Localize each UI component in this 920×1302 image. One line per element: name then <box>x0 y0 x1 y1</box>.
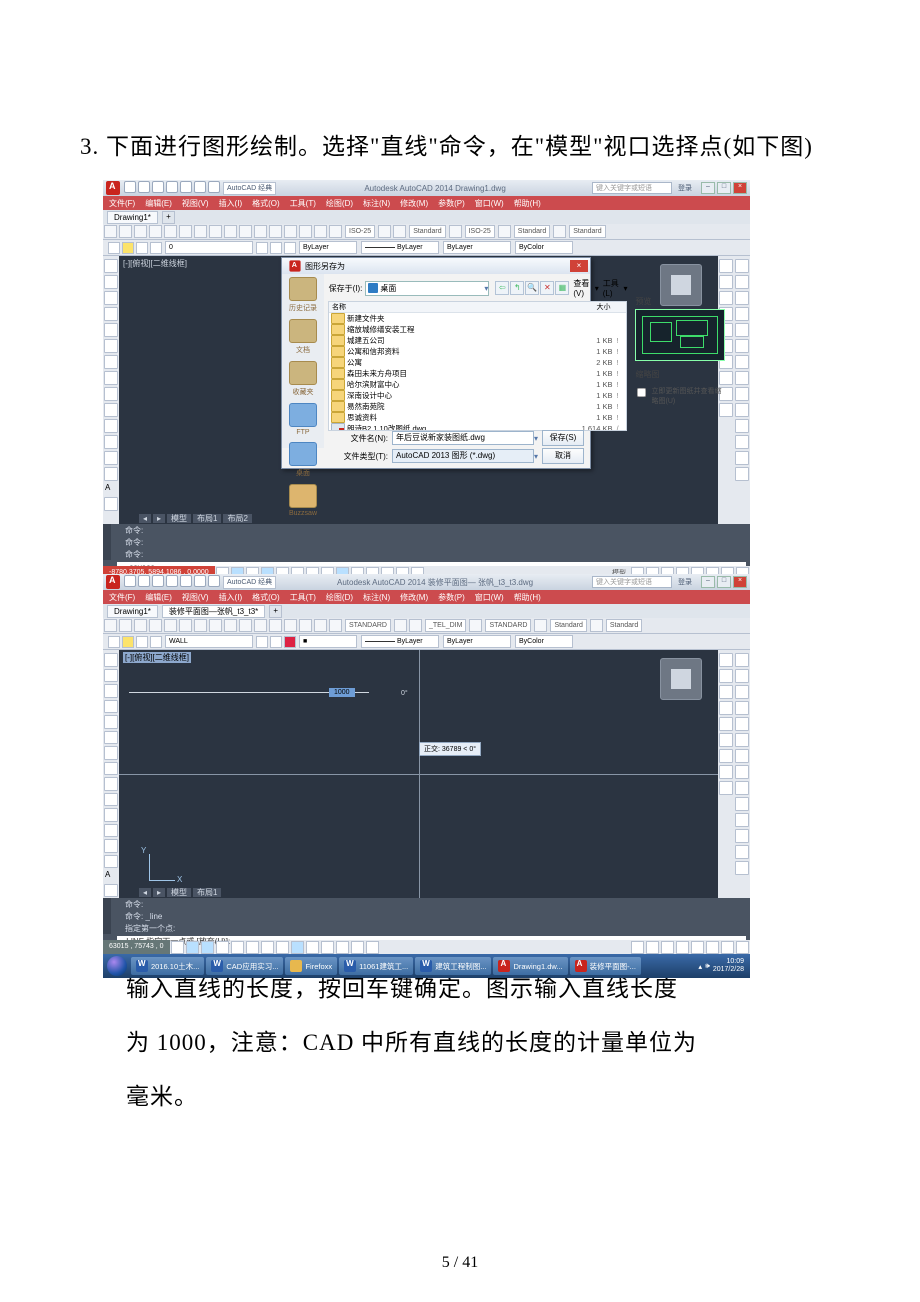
new-tab-icon[interactable]: + <box>269 605 282 618</box>
dynamic-input[interactable]: 1000 <box>329 688 355 697</box>
menu-bar[interactable]: 文件(F)编辑(E)视图(V)插入(I)格式(O)工具(T)绘图(D)标注(N)… <box>103 196 750 210</box>
properties-toolbar[interactable]: WALL ■ ByLayer ByLayer ByColor <box>103 634 750 650</box>
save-button[interactable]: 保存(S) <box>542 430 584 446</box>
ortho-tooltip: 正交: 36789 < 0° <box>419 742 481 756</box>
file-list[interactable]: 名称大小 新建文件夹缩放城修缮安装工程城建五公司1 KB!公寓和信邦资料1 KB… <box>328 301 627 431</box>
viewport-label[interactable]: [-][俯视][二维线框] <box>123 652 191 663</box>
dialog-nav-icons[interactable]: ⇦↰🔍✕▦ <box>495 281 569 295</box>
window-title: Autodesk AutoCAD 2014 Drawing1.dwg <box>278 184 592 193</box>
dialog-close-icon[interactable]: × <box>570 260 588 272</box>
preview-label: 预览 <box>635 296 725 307</box>
login-link[interactable]: 登录 <box>678 577 692 587</box>
layer-combo: WALL <box>165 635 253 648</box>
dialog-title: 图形另存为 <box>305 261 345 272</box>
taskbar[interactable]: 2016.10土木... CAD应用实习... Firefoxx 11061建筑… <box>103 954 750 978</box>
style-toolbar[interactable]: STANDARD _TEL_DIM STANDARD Standard Stan… <box>103 618 750 634</box>
quick-access-toolbar[interactable] <box>123 181 221 195</box>
file-row[interactable]: 新建文件夹 <box>329 313 626 324</box>
workspace-combo[interactable]: AutoCAD 经典 <box>223 182 276 195</box>
new-tab-icon[interactable]: + <box>162 211 175 224</box>
model-viewport[interactable]: [-][俯视][二维线框] ◂▸模型布局1布局2 图形另存为 × 历史记录 文档 <box>119 256 718 524</box>
step-3-text: 3. 下面进行图形绘制。选择"直线"命令，在"模型"视口选择点(如下图) <box>80 124 840 170</box>
left-toolbar[interactable]: A <box>103 650 119 898</box>
update-thumbnail-checkbox[interactable]: 立即更新图纸并查看缩略图(U) <box>635 386 725 406</box>
title-bar: AutoCAD 经典 Autodesk AutoCAD 2014 Drawing… <box>103 180 750 196</box>
properties-toolbar[interactable]: 0 ByLayer ByLayer ByLayer ByColor <box>103 240 750 256</box>
places-bar[interactable]: 历史记录 文档 收藏夹 FTP 桌面 Buzzsaw <box>282 274 324 448</box>
quick-access-toolbar[interactable] <box>123 575 221 589</box>
drawing-area[interactable]: A [-][俯视][二维线框] ◂▸模型布局1布局2 图形另存为 × 历史记录 <box>103 256 750 524</box>
close-icon: × <box>733 182 747 194</box>
layout-tabs[interactable]: ◂▸模型布局1 <box>139 887 223 898</box>
file-row[interactable]: 城建五公司1 KB! <box>329 335 626 346</box>
file-row[interactable]: 缩放城修缮安装工程 <box>329 324 626 335</box>
step-number: 3. <box>80 134 99 159</box>
file-row[interactable]: 哈尔滨财富中心1 KB! <box>329 379 626 390</box>
angle-readout: 0° <box>401 690 408 697</box>
command-window[interactable]: 命令: 命令: 命令: · _saveas <box>103 524 750 566</box>
file-row[interactable]: 森田未来方舟项目1 KB! <box>329 368 626 379</box>
file-row[interactable]: 易然南苑院1 KB! <box>329 401 626 412</box>
doc-tab-active[interactable]: 装修平面图—张帆_t3_t3* <box>162 605 265 618</box>
window-title: Autodesk AutoCAD 2014 装修平面图— 张帆_t3_t3.dw… <box>278 577 592 588</box>
login-link[interactable]: 登录 <box>678 183 692 193</box>
layer-combo: 0 <box>165 241 253 254</box>
app-logo-icon <box>106 181 120 195</box>
save-as-dialog: 图形另存为 × 历史记录 文档 收藏夹 FTP 桌面 Buzzsaw <box>281 257 591 469</box>
file-row[interactable]: 公寓和信邦资料1 KB! <box>329 346 626 357</box>
cancel-button[interactable]: 取消 <box>542 448 584 464</box>
doc-tab[interactable]: Drawing1* <box>107 211 158 224</box>
filetype-combo[interactable]: AutoCAD 2013 图形 (*.dwg) <box>392 449 534 463</box>
para-after-b: 为 1000，注意：CAD 中所有直线的长度的计量单位为 <box>80 1020 840 1066</box>
app-logo-icon <box>106 575 120 589</box>
file-row[interactable]: 思诚资料1 KB! <box>329 412 626 423</box>
search-input[interactable]: 键入关键字或短语 <box>592 576 672 588</box>
window-controls[interactable]: –□× <box>701 182 747 194</box>
title-bar: AutoCAD 经典 Autodesk AutoCAD 2014 装修平面图— … <box>103 574 750 590</box>
start-orb-icon[interactable] <box>107 956 127 976</box>
right-toolbar-2[interactable] <box>718 650 734 898</box>
left-toolbar[interactable]: A <box>103 256 119 524</box>
doc-tab[interactable]: Drawing1* <box>107 605 158 618</box>
dialog-icon <box>289 260 300 271</box>
crosshair-v <box>419 650 420 898</box>
step-3-body: 下面进行图形绘制。选择"直线"命令，在"模型"视口选择点(如下图) <box>106 134 813 159</box>
dialog-titlebar: 图形另存为 × <box>282 258 590 274</box>
layout-tabs[interactable]: ◂▸模型布局1布局2 <box>139 513 254 524</box>
model-viewport[interactable]: [-][俯视][二维线框] 1000 0° 正交: 36789 < 0° Y X… <box>119 650 718 898</box>
maximize-icon: □ <box>717 182 731 194</box>
viewport-label[interactable]: [-][俯视][二维线框] <box>123 258 187 269</box>
screenshot-line-command: AutoCAD 经典 Autodesk AutoCAD 2014 装修平面图— … <box>103 574 750 958</box>
file-row[interactable]: 深南设计中心1 KB! <box>329 390 626 401</box>
window-controls[interactable]: –□× <box>701 576 747 588</box>
menu-bar[interactable]: 文件(F)编辑(E)视图(V)插入(I)格式(O)工具(T)绘图(D)标注(N)… <box>103 590 750 604</box>
search-input[interactable]: 键入关键字或短语 <box>592 182 672 194</box>
system-tray[interactable]: ▴🕪 10:092017/2/28 <box>698 958 750 974</box>
preview-thumbnail <box>635 309 725 361</box>
viewcube-icon[interactable] <box>660 658 702 700</box>
save-in-combo[interactable]: 桌面▾ <box>365 281 489 296</box>
minimize-icon: – <box>701 182 715 194</box>
page-footer: 5 / 41 <box>0 1254 920 1272</box>
file-row[interactable]: 公寓2 KB! <box>329 357 626 368</box>
filename-input[interactable]: 年后豆说新家装图纸.dwg <box>392 431 534 445</box>
right-toolbar-1[interactable] <box>734 256 750 524</box>
status-bar[interactable]: 63015 , 75743 , 0 <box>103 940 750 954</box>
screenshot-saveas: AutoCAD 经典 Autodesk AutoCAD 2014 Drawing… <box>103 180 750 568</box>
save-in-label: 保存于(I): <box>328 283 365 294</box>
document-tabs[interactable]: Drawing1* + <box>103 210 750 224</box>
document-tabs[interactable]: Drawing1* 装修平面图—张帆_t3_t3* + <box>103 604 750 618</box>
workspace-combo[interactable]: AutoCAD 经典 <box>223 576 276 589</box>
coordinates: 63015 , 75743 , 0 <box>103 940 170 954</box>
right-toolbar-1[interactable] <box>734 650 750 898</box>
style-toolbar[interactable]: ISO-25 Standard ISO-25 Standard Standard <box>103 224 750 240</box>
drawing-area[interactable]: A [-][俯视][二维线框] 1000 0° 正交: 36789 < 0° Y… <box>103 650 750 898</box>
command-window[interactable]: 命令: 命令: _line 指定第一个点: ▸ LINE 指定下一点或 [放弃(… <box>103 898 750 940</box>
para-after-c: 毫米。 <box>80 1074 840 1120</box>
